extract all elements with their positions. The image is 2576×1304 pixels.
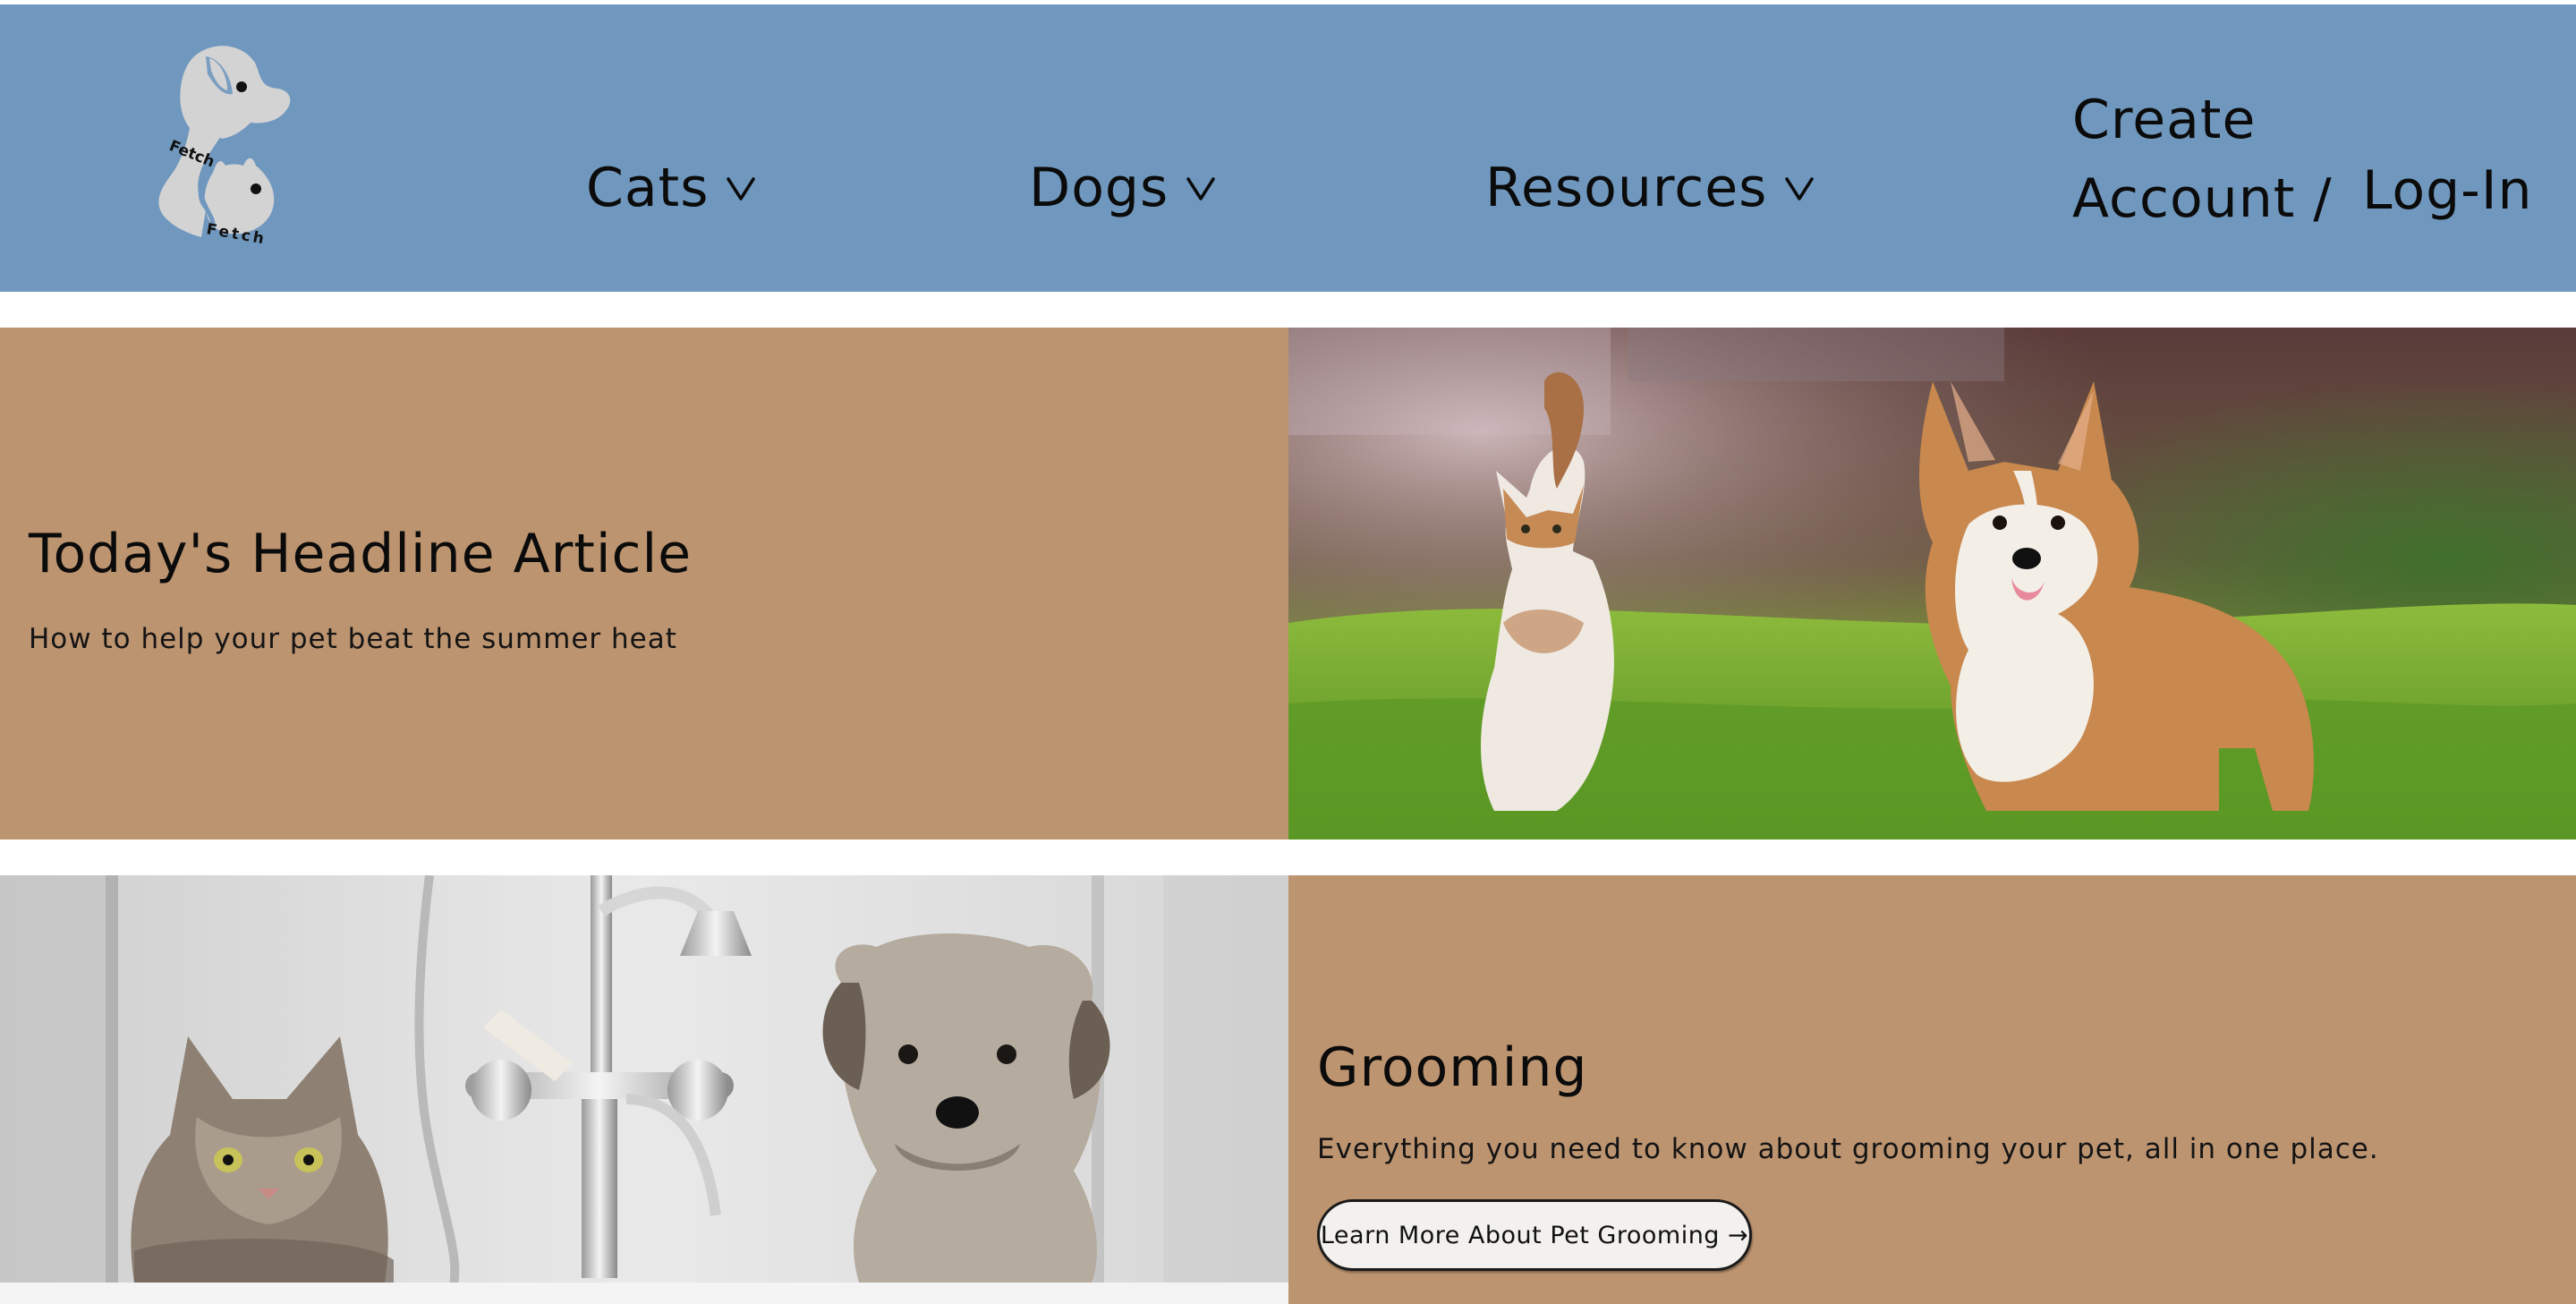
site-header: Fetch Fetch Cats Dogs Resources Create A…: [0, 4, 2576, 292]
corgi-and-cat-photo: [1288, 328, 2576, 840]
nav-dogs[interactable]: Dogs: [1029, 157, 1219, 219]
headline-section: Today's Headline Article How to help you…: [0, 328, 2576, 840]
nav-cats[interactable]: Cats: [586, 157, 759, 219]
grooming-panel: Grooming Everything you need to know abo…: [1288, 875, 2576, 1304]
nav-resources[interactable]: Resources: [1485, 157, 1817, 219]
headline-panel[interactable]: Today's Headline Article How to help you…: [0, 328, 1288, 840]
create-account-line1: Create: [2072, 89, 2257, 151]
nav-cats-label: Cats: [586, 157, 710, 219]
learn-more-grooming-button[interactable]: Learn More About Pet Grooming →: [1317, 1199, 1752, 1271]
nav-login[interactable]: Log-In: [2362, 159, 2533, 222]
grooming-title[interactable]: Grooming: [1317, 1036, 1588, 1099]
grooming-subtitle: Everything you need to know about groomi…: [1317, 1133, 2379, 1165]
chevron-down-icon: [1785, 177, 1815, 200]
grooming-section: Grooming Everything you need to know abo…: [0, 875, 2576, 1304]
section-gap: [0, 840, 2576, 875]
section-gap: [0, 292, 2576, 328]
cat-and-dog-bath-photo: [0, 875, 1288, 1304]
chevron-down-icon: [1186, 177, 1216, 200]
create-account-line2: Account /: [2072, 167, 2333, 230]
nav-resources-label: Resources: [1485, 157, 1768, 219]
headline-subtitle[interactable]: How to help your pet beat the summer hea…: [29, 623, 677, 655]
fetch-logo[interactable]: Fetch Fetch: [107, 31, 304, 251]
nav-create-account[interactable]: Create Account /: [2072, 81, 2333, 238]
nav-dogs-label: Dogs: [1029, 157, 1169, 219]
chevron-down-icon: [727, 177, 756, 200]
headline-title[interactable]: Today's Headline Article: [29, 523, 692, 585]
